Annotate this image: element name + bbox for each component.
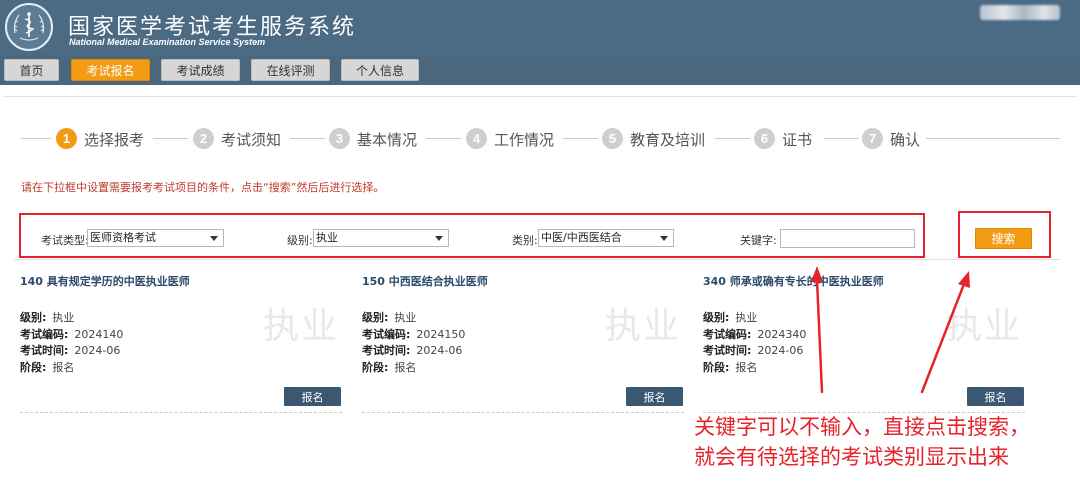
arrow-head: [811, 266, 823, 282]
annotation-line-2: 就会有待选择的考试类别显示出来: [694, 445, 1009, 469]
annotation-note: 关键字可以不输入，直接点击搜索， 就会有待选择的考试类别显示出来: [694, 412, 1030, 472]
arrow-to-search: [920, 282, 966, 394]
arrow-head: [958, 271, 970, 288]
arrow-to-keyword: [815, 278, 824, 394]
annotation-line-1: 关键字可以不输入，直接点击搜索，: [694, 415, 1030, 439]
